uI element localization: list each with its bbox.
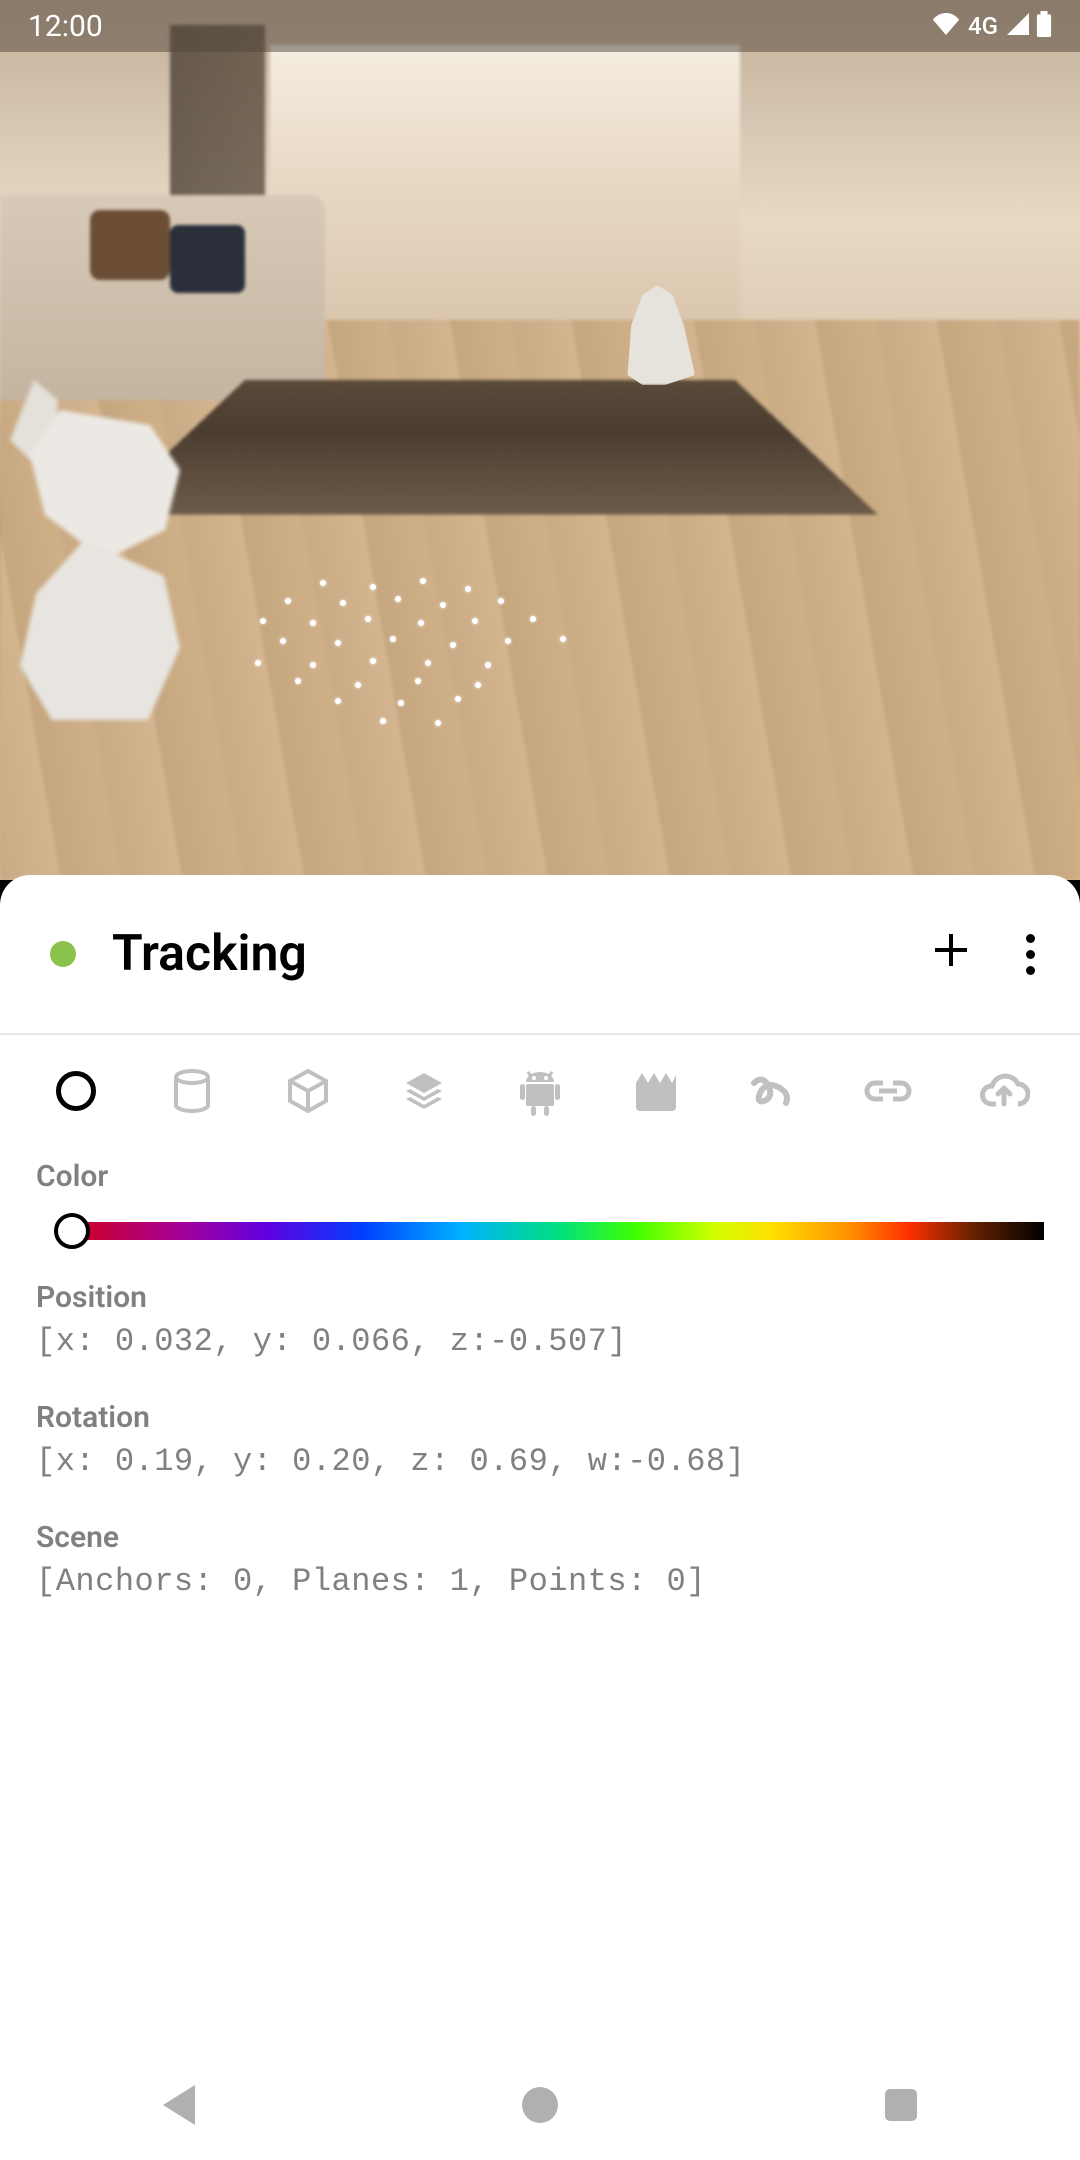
rotation-section: Rotation [x: 0.19, y: 0.20, z: 0.69, w:-… (0, 1380, 1080, 1500)
status-bar: 12:00 4G (0, 0, 1080, 52)
nav-home-button[interactable] (522, 2087, 558, 2123)
scene-value: [Anchors: 0, Planes: 1, Points: 0] (36, 1563, 1044, 1600)
wifi-icon (932, 13, 960, 39)
nav-back-button[interactable] (163, 2085, 195, 2125)
status-time: 12:00 (28, 9, 103, 44)
position-value: [x: 0.032, y: 0.066, z:-0.507] (36, 1323, 1044, 1360)
color-label: Color (36, 1159, 1044, 1194)
add-button[interactable] (931, 929, 971, 979)
tool-android-icon[interactable] (512, 1063, 568, 1119)
color-slider[interactable] (36, 1214, 1044, 1248)
tool-cube-icon[interactable] (280, 1063, 336, 1119)
tool-cylinder-icon[interactable] (164, 1063, 220, 1119)
color-thumb[interactable] (54, 1213, 90, 1249)
rotation-label: Rotation (36, 1400, 1044, 1435)
tool-gesture-icon[interactable] (744, 1063, 800, 1119)
panel-header: Tracking (0, 875, 1080, 1035)
tool-circle-icon[interactable] (48, 1063, 104, 1119)
tool-link-icon[interactable] (860, 1063, 916, 1119)
position-section: Position [x: 0.032, y: 0.066, z:-0.507] (0, 1260, 1080, 1380)
tracking-status-indicator (50, 941, 76, 967)
signal-icon (1006, 13, 1030, 39)
status-icons: 4G (932, 11, 1052, 41)
battery-icon (1036, 11, 1052, 41)
color-track (72, 1222, 1044, 1240)
tool-cloud-upload-icon[interactable] (976, 1063, 1032, 1119)
bottom-panel: Tracking (0, 875, 1080, 2160)
tracking-feature-points (240, 570, 600, 750)
nav-recent-button[interactable] (885, 2089, 917, 2121)
ar-camera-view[interactable] (0, 0, 1080, 880)
tool-row (0, 1035, 1080, 1147)
tool-video-icon[interactable] (628, 1063, 684, 1119)
navigation-bar (0, 2050, 1080, 2160)
more-options-button[interactable] (1026, 934, 1035, 975)
position-label: Position (36, 1280, 1044, 1315)
rotation-value: [x: 0.19, y: 0.20, z: 0.69, w:-0.68] (36, 1443, 1044, 1480)
color-section: Color (0, 1147, 1080, 1260)
ar-dog-model (0, 380, 240, 780)
scene-section: Scene [Anchors: 0, Planes: 1, Points: 0] (0, 1500, 1080, 1620)
panel-title: Tracking (112, 925, 931, 983)
network-label: 4G (968, 12, 998, 40)
tool-layers-icon[interactable] (396, 1063, 452, 1119)
scene-label: Scene (36, 1520, 1044, 1555)
